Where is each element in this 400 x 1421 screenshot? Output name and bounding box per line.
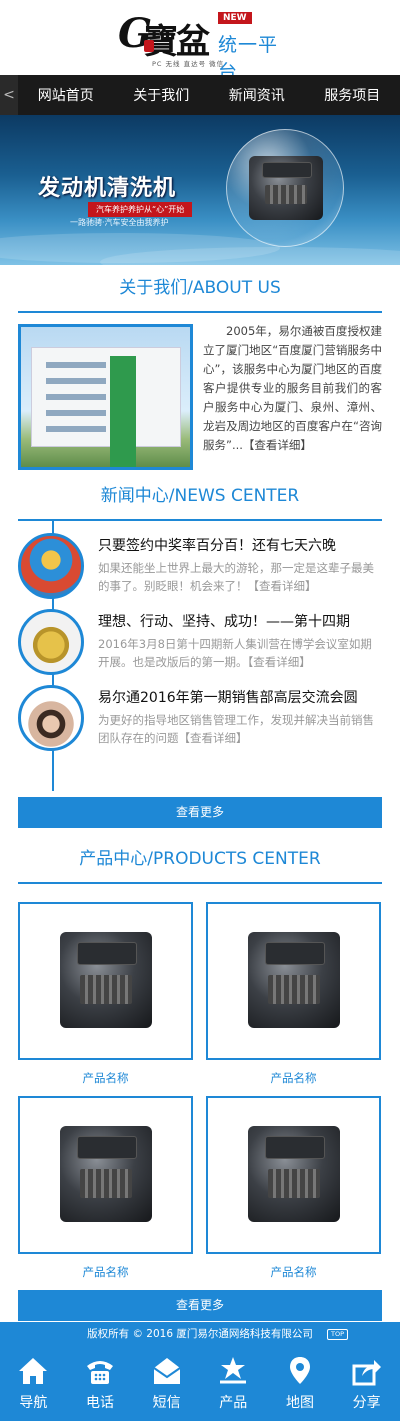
logo-subtitle: PC 无线 直达号 微信	[152, 60, 225, 68]
products-icon	[220, 1357, 247, 1384]
hero-banner[interactable]: 发动机清洗机 汽车养护养护从“心”开始 一路驰骋·汽车安全由我养护	[0, 115, 400, 265]
building-window	[46, 426, 106, 432]
products-section-title[interactable]: 产品中心/PRODUCTS CENTER	[0, 836, 400, 882]
product-image-frame[interactable]	[206, 1096, 381, 1254]
toolbar-share-button[interactable]: 分享	[337, 1346, 397, 1421]
news-title[interactable]: 只要签约中奖率百分百！还有七天六晚	[98, 535, 336, 555]
phone-icon	[86, 1361, 113, 1384]
back-to-top-button[interactable]: TOP	[326, 1329, 348, 1340]
product-image-frame[interactable]	[18, 1096, 193, 1254]
engine-image	[248, 932, 340, 1028]
building-window	[46, 410, 106, 416]
banner-tag: 汽车养护养护从“心”开始	[88, 202, 193, 217]
toolbar-sms-button[interactable]: 短信	[137, 1346, 197, 1421]
toolbar-label: 导航	[19, 1395, 48, 1411]
banner-subtitle: 一路驰骋·汽车安全由我养护	[70, 218, 169, 227]
news-item[interactable]: 理想、行动、坚持、成功！——第十四期 2016年3月8日第十四期新人集训营在博学…	[0, 603, 400, 679]
toolbar-phone-button[interactable]: 电话	[70, 1346, 130, 1421]
news-description: 2016年3月8日第十四期新人集训营在博学会议室如期开展。也是改版后的第一期。【…	[98, 637, 372, 669]
copyright-bar: 版权所有 © 2016 厦门易尔通网络科技有限公司 TOP	[0, 1322, 400, 1346]
about-section-title[interactable]: 关于我们/ABOUT US	[0, 265, 400, 311]
about-building-image[interactable]	[18, 324, 193, 470]
toolbar-map-button[interactable]: 地图	[270, 1346, 330, 1421]
nav-item-home[interactable]: 网站首页	[34, 85, 98, 105]
products-grid: 产品名称 产品名称 产品名称 产品名称	[0, 884, 400, 1290]
toolbar-label: 短信	[152, 1395, 181, 1411]
news-thumbnail[interactable]	[18, 609, 84, 675]
banner-bubble	[226, 129, 344, 247]
product-name[interactable]: 产品名称	[206, 1254, 381, 1290]
toolbar-label: 产品	[219, 1395, 248, 1411]
engine-image	[248, 1126, 340, 1222]
news-description: 为更好的指导地区销售管理工作，发现并解决当前销售团队存在的问题【查看详细】	[98, 713, 374, 745]
logo-seal	[144, 40, 154, 52]
logo-chinese-name: 寶盆	[144, 22, 210, 62]
news-section-title[interactable]: 新闻中心/NEWS CENTER	[0, 473, 400, 519]
building-window	[46, 362, 106, 368]
copyright-text: 版权所有 © 2016 厦门易尔通网络科技有限公司	[87, 1328, 313, 1340]
new-badge: NEW	[218, 12, 252, 24]
map-pin-icon	[289, 1357, 310, 1384]
news-description: 如果还能坐上世界上最大的游轮，那一定是这辈子最美的事了。别眨眼！机会来了！【查看…	[98, 561, 374, 593]
engine-image	[60, 932, 152, 1028]
header: G 寶盆 NEW 统一平台 PC 无线 直达号 微信	[0, 0, 400, 83]
product-image-frame[interactable]	[206, 902, 381, 1060]
toolbar-label: 分享	[352, 1395, 381, 1411]
about-section: 2005年，易尔通被百度授权建立了厦门地区“百度厦门营销服务中心”，该服务中心为…	[0, 313, 400, 473]
product-image-frame[interactable]	[18, 902, 193, 1060]
product-name[interactable]: 产品名称	[18, 1254, 193, 1290]
news-item[interactable]: 易尔通2016年第一期销售部高层交流会圆 为更好的指导地区销售管理工作，发现并解…	[0, 679, 400, 755]
building-shape	[31, 347, 181, 467]
toolbar-nav-button[interactable]: 导航	[3, 1346, 63, 1421]
news-item[interactable]: 只要签约中奖率百分百！还有七天六晚 如果还能坐上世界上最大的游轮，那一定是这辈子…	[0, 527, 400, 603]
news-section: 只要签约中奖率百分百！还有七天六晚 如果还能坐上世界上最大的游轮，那一定是这辈子…	[0, 521, 400, 797]
main-nav: < 网站首页 关于我们 新闻资讯 服务项目	[0, 75, 400, 115]
home-icon	[19, 1358, 48, 1384]
message-icon	[153, 1358, 181, 1384]
product-card[interactable]: 产品名称	[18, 1096, 193, 1290]
news-title[interactable]: 理想、行动、坚持、成功！——第十四期	[98, 611, 350, 631]
bottom-toolbar: 导航 电话 短信 产品 地图 分享	[0, 1346, 400, 1421]
nav-item-news[interactable]: 新闻资讯	[225, 85, 289, 105]
site-logo[interactable]: G 寶盆 NEW 统一平台 PC 无线 直达号 微信	[118, 8, 288, 83]
news-title[interactable]: 易尔通2016年第一期销售部高层交流会圆	[98, 687, 358, 707]
engine-image	[60, 1126, 152, 1222]
product-card[interactable]: 产品名称	[18, 902, 193, 1096]
nav-item-services[interactable]: 服务项目	[320, 85, 384, 105]
nav-item-about[interactable]: 关于我们	[129, 85, 193, 105]
news-more-button[interactable]: 查看更多	[18, 797, 382, 828]
share-icon	[352, 1360, 381, 1386]
toolbar-label: 地图	[285, 1395, 314, 1411]
building-window	[46, 394, 106, 400]
product-card[interactable]: 产品名称	[206, 1096, 381, 1290]
nav-prev-arrow[interactable]: <	[0, 75, 18, 115]
building-green-strip	[110, 356, 136, 467]
toolbar-products-button[interactable]: 产品	[203, 1346, 263, 1421]
products-more-button[interactable]: 查看更多	[18, 1290, 382, 1321]
engine-image	[249, 156, 323, 220]
toolbar-label: 电话	[85, 1395, 114, 1411]
building-window	[46, 378, 106, 384]
product-name[interactable]: 产品名称	[206, 1060, 381, 1096]
product-name[interactable]: 产品名称	[18, 1060, 193, 1096]
product-card[interactable]: 产品名称	[206, 902, 381, 1096]
news-thumbnail[interactable]	[18, 533, 84, 599]
news-thumbnail[interactable]	[18, 685, 84, 751]
banner-title: 发动机清洗机	[38, 176, 177, 201]
